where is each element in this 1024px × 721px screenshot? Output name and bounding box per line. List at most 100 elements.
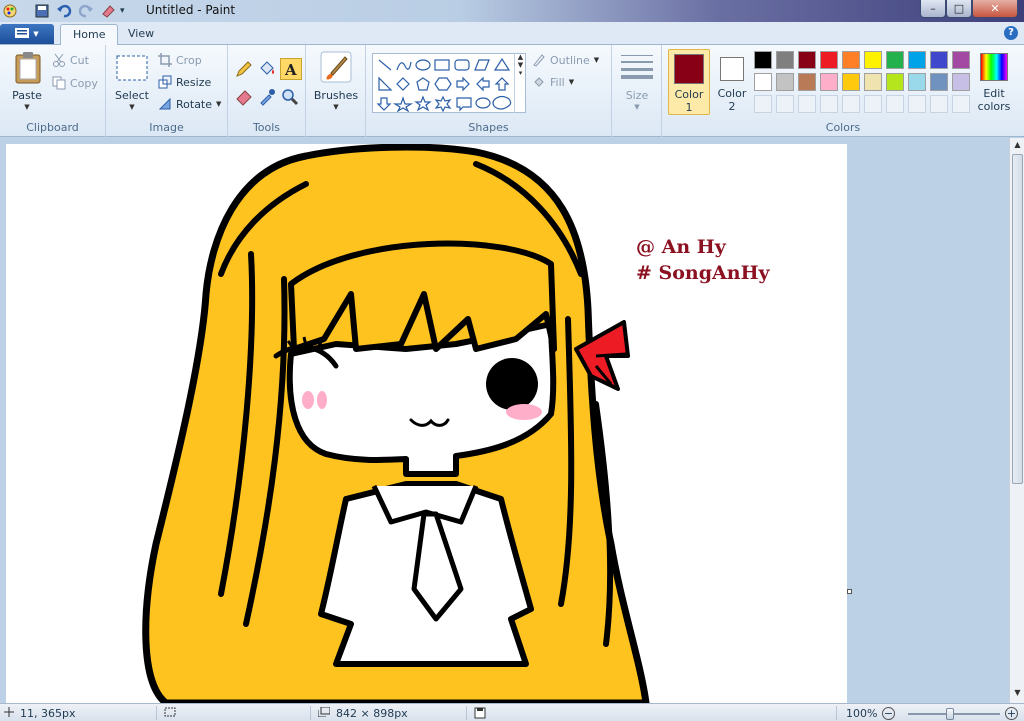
redo-icon[interactable] [78, 3, 94, 19]
palette-swatch[interactable] [842, 51, 860, 69]
shapes-group-label: Shapes [468, 121, 509, 134]
tab-view[interactable]: View [116, 24, 166, 45]
palette-swatch[interactable] [864, 51, 882, 69]
palette-swatch[interactable] [820, 73, 838, 91]
undo-icon[interactable] [56, 3, 72, 19]
color1-label-line2: 1 [685, 101, 693, 114]
clipboard-group-label: Clipboard [26, 121, 79, 134]
palette-swatch[interactable] [754, 51, 772, 69]
brushes-button[interactable]: Brushes ▼ [312, 49, 360, 113]
color1-label-line1: Color [674, 88, 704, 101]
palette-swatch[interactable] [798, 73, 816, 91]
copy-button[interactable]: Copy [52, 76, 98, 90]
size-group: Size ▼ [612, 45, 662, 137]
minimize-button[interactable]: – [920, 0, 946, 18]
color2-swatch [720, 57, 744, 81]
scroll-down-icon[interactable]: ▼ [1012, 688, 1023, 697]
palette-swatch[interactable] [930, 73, 948, 91]
blush-right [506, 404, 542, 420]
palette-custom-slot[interactable] [908, 95, 926, 113]
palette-swatch[interactable] [908, 73, 926, 91]
palette-custom-slot[interactable] [842, 95, 860, 113]
select-button[interactable]: Select ▼ [112, 49, 152, 113]
window-title: Untitled - Paint [146, 3, 236, 17]
resize-button[interactable]: Resize [158, 75, 211, 89]
eraser-qa-icon[interactable] [100, 3, 116, 19]
palette-custom-slot[interactable] [952, 95, 970, 113]
selection-size [164, 707, 176, 720]
palette-swatch[interactable] [820, 51, 838, 69]
canvas-resize-handle[interactable] [847, 589, 852, 594]
color2-button[interactable]: Color 2 [712, 49, 752, 115]
edit-colors-label-line1: Edit [983, 87, 1005, 100]
palette-swatch[interactable] [754, 73, 772, 91]
magnifier-icon[interactable] [280, 87, 300, 107]
fill-label: Fill [550, 75, 565, 89]
colors-group-label: Colors [825, 121, 861, 134]
zoom-level: 100% [846, 707, 878, 720]
size-button[interactable]: Size ▼ [616, 51, 658, 115]
paste-button[interactable]: Paste ▼ [8, 49, 46, 113]
palette-swatch[interactable] [864, 73, 882, 91]
color1-button[interactable]: Color 1 [668, 49, 710, 115]
drawing-canvas[interactable]: @ An Hy # SongAnHy [6, 144, 847, 703]
palette-swatch[interactable] [952, 51, 970, 69]
crop-button[interactable]: Crop [158, 53, 202, 67]
zoom-in-icon[interactable]: + [1005, 707, 1018, 720]
cut-button[interactable]: Cut [52, 53, 89, 67]
color2-label-line1: Color [717, 87, 747, 100]
chevron-down-icon: ▼ [33, 30, 39, 38]
scrollbar-thumb[interactable] [1012, 154, 1023, 484]
palette-swatch[interactable] [798, 51, 816, 69]
image-size-icon [317, 706, 331, 720]
palette-swatch[interactable] [842, 73, 860, 91]
resize-icon [158, 75, 172, 89]
palette-custom-slot[interactable] [886, 95, 904, 113]
palette-custom-slot[interactable] [864, 95, 882, 113]
fill-button[interactable]: Fill ▼ [532, 75, 574, 89]
palette-custom-slot[interactable] [776, 95, 794, 113]
zoom-slider-track[interactable] [908, 713, 1000, 715]
outline-icon [532, 53, 546, 67]
customize-toolbar-chevron-icon[interactable]: ▾ [120, 3, 136, 19]
close-button[interactable]: ✕ [972, 0, 1018, 18]
rotate-button[interactable]: Rotate ▼ [158, 97, 221, 111]
palette-custom-slot[interactable] [798, 95, 816, 113]
palette-custom-slot[interactable] [820, 95, 838, 113]
scroll-up-icon[interactable]: ▲ [1012, 140, 1023, 149]
fill-bucket-icon[interactable] [257, 59, 277, 79]
tab-home[interactable]: Home [60, 24, 119, 45]
shapes-gallery[interactable]: ▲ ▼ ▾ [372, 53, 526, 113]
vertical-scrollbar[interactable]: ▲ ▼ [1009, 138, 1024, 703]
crop-icon [158, 53, 172, 67]
palette-swatch[interactable] [908, 51, 926, 69]
palette-custom-slot[interactable] [930, 95, 948, 113]
palette-swatch[interactable] [952, 73, 970, 91]
outline-button[interactable]: Outline ▼ [532, 53, 599, 67]
eraser-icon[interactable] [234, 87, 254, 107]
paint-menu-button[interactable]: ▼ [0, 24, 54, 44]
zoom-out-icon[interactable]: − [882, 707, 895, 720]
palette-swatch[interactable] [776, 51, 794, 69]
text-tool-icon[interactable]: A [280, 58, 302, 80]
save-icon[interactable] [34, 3, 50, 19]
color-picker-icon[interactable] [257, 87, 277, 107]
palette-custom-slot[interactable] [754, 95, 772, 113]
paint-app-icon[interactable] [2, 3, 18, 19]
tools-group-label: Tools [252, 121, 281, 134]
image-dimensions-text: 842 × 898px [336, 707, 408, 720]
palette-swatch[interactable] [930, 51, 948, 69]
palette-swatch[interactable] [886, 51, 904, 69]
help-icon[interactable]: ? [1004, 26, 1018, 40]
zoom-slider-thumb[interactable] [946, 708, 954, 720]
palette-swatch[interactable] [776, 73, 794, 91]
clipboard-group: Paste ▼ Cut Copy Clipboard [0, 45, 106, 137]
pencil-icon[interactable] [234, 59, 254, 79]
edit-colors-button[interactable]: Edit colors [974, 49, 1014, 115]
edit-colors-label-line2: colors [977, 100, 1011, 113]
palette-swatch[interactable] [886, 73, 904, 91]
app-menu-icon [15, 27, 30, 42]
maximize-button[interactable]: □ [946, 0, 972, 18]
paintbrush-icon [320, 51, 352, 88]
shapes-gallery-scroll[interactable]: ▲ ▼ ▾ [514, 53, 526, 113]
